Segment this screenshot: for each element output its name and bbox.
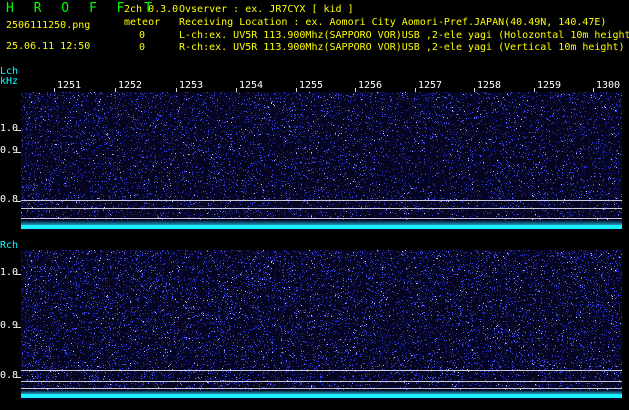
- lch-ytick-1.0: 1.0: [0, 123, 18, 134]
- rch-info: R-ch:ex. UV5R 113.900Mhz(SAPPORO VOR)USB…: [179, 42, 625, 53]
- xtick-label: 1300: [596, 80, 620, 91]
- xtick-label: 1251: [57, 80, 81, 91]
- xtick-label: 1253: [179, 80, 203, 91]
- location-info: Receiving Location : ex. Aomori City Aom…: [179, 17, 606, 28]
- xtick-label: 1259: [537, 80, 561, 91]
- xtick-label: 1252: [118, 80, 142, 91]
- rch-ref-line: [21, 370, 622, 371]
- lch-axis-label: Lch kHz: [0, 67, 18, 87]
- rch-ref-line: [21, 388, 622, 389]
- rch-ref-line: [21, 381, 622, 382]
- lch-unit: kHz: [0, 77, 18, 87]
- lch-ytick-0.9: 0.9: [0, 145, 18, 156]
- rch-noise-field: [21, 250, 622, 390]
- lch-waterfall: [21, 92, 622, 230]
- meteor-count-lch: 0: [139, 30, 145, 41]
- xtick-label: 1255: [299, 80, 323, 91]
- rch-ytick-0.8: 0.8: [0, 370, 18, 381]
- version-label: 2ch 0.3.0: [124, 4, 178, 15]
- lch-signal-band: [21, 225, 622, 229]
- lch-noise-field: [21, 92, 622, 220]
- rch-label: Rch: [0, 241, 18, 251]
- lch-ref-line: [21, 208, 622, 209]
- meteor-count-rch: 0: [139, 42, 145, 53]
- rch-ytick-1.0: 1.0: [0, 267, 18, 278]
- observer-info: Ovserver : ex. JR7CYX [ kid ]: [179, 4, 354, 15]
- rch-waterfall: [21, 250, 622, 400]
- rch-ytick-0.9: 0.9: [0, 320, 18, 331]
- rch-signal-band: [21, 394, 622, 398]
- filename-label: 2506111250.png: [6, 20, 90, 31]
- lch-ref-line: [21, 218, 622, 219]
- xtick-label: 1257: [418, 80, 442, 91]
- lch-ytick-0.8: 0.8: [0, 194, 18, 205]
- meteor-label: meteor: [124, 17, 160, 28]
- datetime-label: 25.06.11 12:50: [6, 41, 90, 52]
- xtick-label: 1254: [239, 80, 263, 91]
- lch-info: L-ch:ex. UV5R 113.900Mhz(SAPPORO VOR)USB…: [179, 30, 629, 41]
- xtick-label: 1256: [358, 80, 382, 91]
- xtick-label: 1258: [477, 80, 501, 91]
- lch-ref-line: [21, 200, 622, 201]
- rch-axis-label: Rch: [0, 241, 18, 251]
